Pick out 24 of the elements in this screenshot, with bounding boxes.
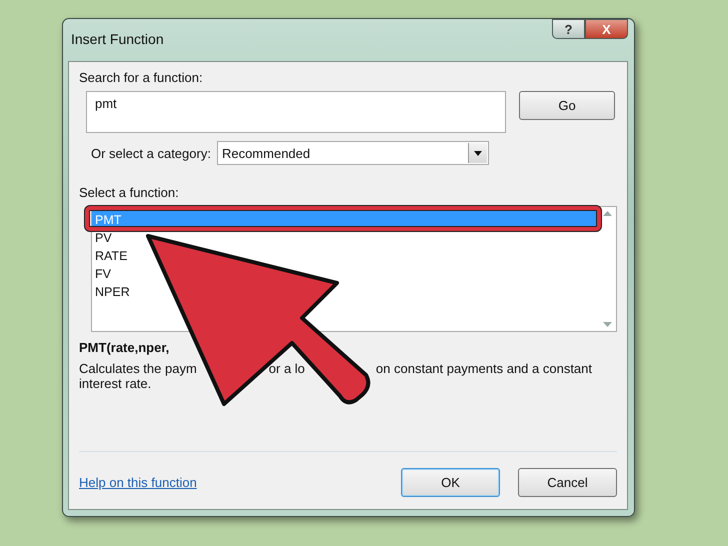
help-button[interactable]: ?	[552, 19, 585, 39]
category-label: Or select a category:	[91, 146, 211, 160]
function-description: Calculates the paym	[79, 361, 197, 376]
function-description: or a lo	[268, 361, 305, 376]
function-item[interactable]: PV	[92, 229, 599, 247]
window-title: Insert Function	[71, 31, 164, 47]
ok-button[interactable]: OK	[401, 468, 500, 497]
function-item[interactable]: FV	[92, 265, 599, 283]
category-dropdown[interactable]: Recommended	[216, 141, 489, 165]
close-button[interactable]: X	[585, 19, 628, 39]
function-item[interactable]: NPER	[92, 283, 599, 301]
search-label: Search for a function:	[79, 70, 204, 85]
function-list-label: Select a function:	[79, 185, 180, 200]
help-link[interactable]: Help on this function	[79, 475, 197, 490]
go-button[interactable]: Go	[519, 91, 615, 120]
cancel-button[interactable]: Cancel	[518, 468, 617, 497]
function-signature: PMT(rate,nper,	[79, 340, 170, 355]
scroll-up-icon[interactable]	[603, 211, 612, 216]
function-description: interest rate.	[79, 376, 152, 391]
search-field[interactable]: pmt	[86, 91, 506, 133]
function-description: on constant payments and a constant	[376, 361, 592, 376]
scroll-down-icon[interactable]	[603, 322, 612, 327]
function-item[interactable]: RATE	[92, 247, 599, 265]
caret-icon	[468, 143, 487, 163]
